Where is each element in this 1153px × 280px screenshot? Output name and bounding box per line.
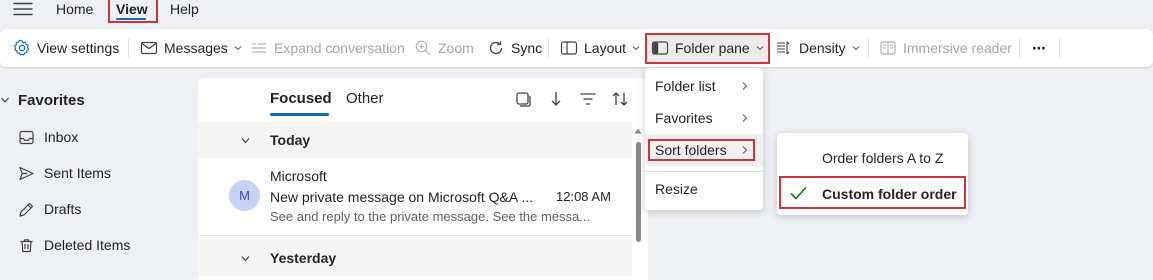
tab-other[interactable]: Other [346, 90, 384, 110]
inbox-icon [18, 129, 35, 146]
scrollbar-thumb[interactable] [636, 142, 641, 242]
filter-icon[interactable] [579, 90, 597, 108]
sync-button[interactable]: Sync [487, 29, 542, 67]
sidebar-item-deleted-items[interactable]: Deleted Items [18, 234, 130, 256]
ribbon-divider [1059, 38, 1060, 58]
sidebar-item-sent-items[interactable]: Sent Items [18, 162, 111, 184]
message-sender: Microsoft [270, 168, 327, 184]
top-menu-bar: Home View Help [0, 0, 1153, 26]
expand-conversation-button[interactable]: Expand conversation [250, 29, 405, 67]
more-options-button[interactable]: ⋯ [1032, 29, 1046, 67]
favorites-label: Favorites [18, 91, 85, 109]
message-row[interactable]: M Microsoft New private message on Micro… [198, 158, 632, 236]
chevron-down-icon [0, 95, 10, 105]
trash-icon [18, 237, 35, 254]
layout-label: Layout [584, 40, 627, 56]
avatar: M [229, 180, 260, 211]
message-preview: See and reply to the private message. Se… [270, 209, 591, 224]
sidebar-item-label: Inbox [44, 129, 79, 145]
chevron-right-icon [740, 81, 749, 91]
sort-icon[interactable] [611, 90, 629, 108]
menu-item-label: Folder list [655, 78, 716, 94]
sync-icon [487, 39, 505, 57]
layout-button[interactable]: Layout [560, 29, 641, 67]
group-header-today[interactable]: Today [198, 122, 632, 158]
sidebar-item-label: Drafts [44, 201, 82, 217]
menu-item-label: Order folders A to Z [822, 150, 944, 166]
ribbon-divider [128, 38, 129, 58]
menu-item-favorites[interactable]: Favorites [645, 102, 763, 134]
chevron-down-icon [631, 43, 641, 53]
gear-icon [13, 39, 31, 57]
message-subject: New private message on Microsoft Q&A ... [270, 189, 533, 205]
tab-help[interactable]: Help [170, 0, 199, 18]
menu-item-label: Favorites [655, 110, 713, 126]
immersive-reader-label: Immersive reader [903, 40, 1012, 56]
messages-label: Messages [164, 40, 228, 56]
expand-conversation-label: Expand conversation [274, 40, 405, 56]
send-icon [18, 165, 35, 182]
ribbon-divider [868, 38, 869, 58]
hamburger-menu-icon[interactable] [13, 2, 33, 16]
zoom-in-icon [414, 39, 432, 57]
folder-pane: Favorites Inbox Sent Items Drafts Delete… [0, 80, 195, 280]
scroll-up-icon[interactable] [634, 128, 642, 134]
layout-icon [560, 39, 578, 57]
group-label: Yesterday [270, 250, 337, 266]
messages-button[interactable]: Messages [140, 29, 243, 67]
pencil-icon [18, 201, 35, 218]
tab-home[interactable]: Home [56, 0, 93, 18]
tab-view[interactable]: View [116, 0, 148, 18]
density-button[interactable]: Density [775, 29, 861, 67]
zoom-button[interactable]: Zoom [414, 29, 474, 67]
menu-divider [645, 171, 763, 172]
jump-to-icon[interactable] [547, 90, 565, 108]
folder-pane-highlight [645, 33, 770, 64]
immersive-reader-icon [879, 39, 897, 57]
focused-tab-indicator [270, 113, 329, 116]
expand-conversation-icon [250, 39, 268, 57]
menu-item-resize[interactable]: Resize [645, 173, 763, 205]
message-list-pane: Focused Other Today M Microsoft New priv… [198, 78, 648, 280]
chevron-down-icon [851, 43, 861, 53]
ribbon-divider [548, 38, 549, 58]
mail-icon [140, 39, 158, 57]
chevron-right-icon [740, 113, 749, 123]
view-settings-button[interactable]: View settings [13, 29, 119, 67]
group-label: Today [270, 132, 311, 148]
sort-folders-highlight [648, 139, 755, 161]
chevron-down-icon [240, 253, 251, 264]
density-icon [775, 39, 793, 57]
chevron-down-icon [233, 43, 243, 53]
menu-item-folder-list[interactable]: Folder list [645, 70, 763, 102]
immersive-reader-button[interactable]: Immersive reader [879, 29, 1012, 67]
custom-folder-order-highlight [779, 176, 966, 209]
ribbon-divider [1019, 38, 1020, 58]
density-label: Density [799, 40, 846, 56]
sidebar-item-inbox[interactable]: Inbox [18, 126, 78, 148]
tab-focused[interactable]: Focused [270, 90, 332, 110]
menu-item-order-a-to-z[interactable]: Order folders A to Z [777, 141, 968, 175]
sidebar-item-drafts[interactable]: Drafts [18, 198, 81, 220]
select-mode-icon[interactable] [514, 90, 532, 108]
zoom-label: Zoom [438, 40, 474, 56]
message-time: 12:08 AM [556, 189, 611, 204]
view-settings-label: View settings [37, 40, 120, 56]
group-header-yesterday[interactable]: Yesterday [198, 240, 632, 276]
sync-label: Sync [511, 40, 543, 56]
sidebar-item-label: Deleted Items [44, 237, 131, 253]
favorites-header[interactable]: Favorites [0, 90, 85, 110]
menu-item-label: Resize [655, 181, 698, 197]
active-tab-indicator [116, 18, 146, 20]
chevron-down-icon [240, 135, 251, 146]
sidebar-item-label: Sent Items [44, 165, 111, 181]
